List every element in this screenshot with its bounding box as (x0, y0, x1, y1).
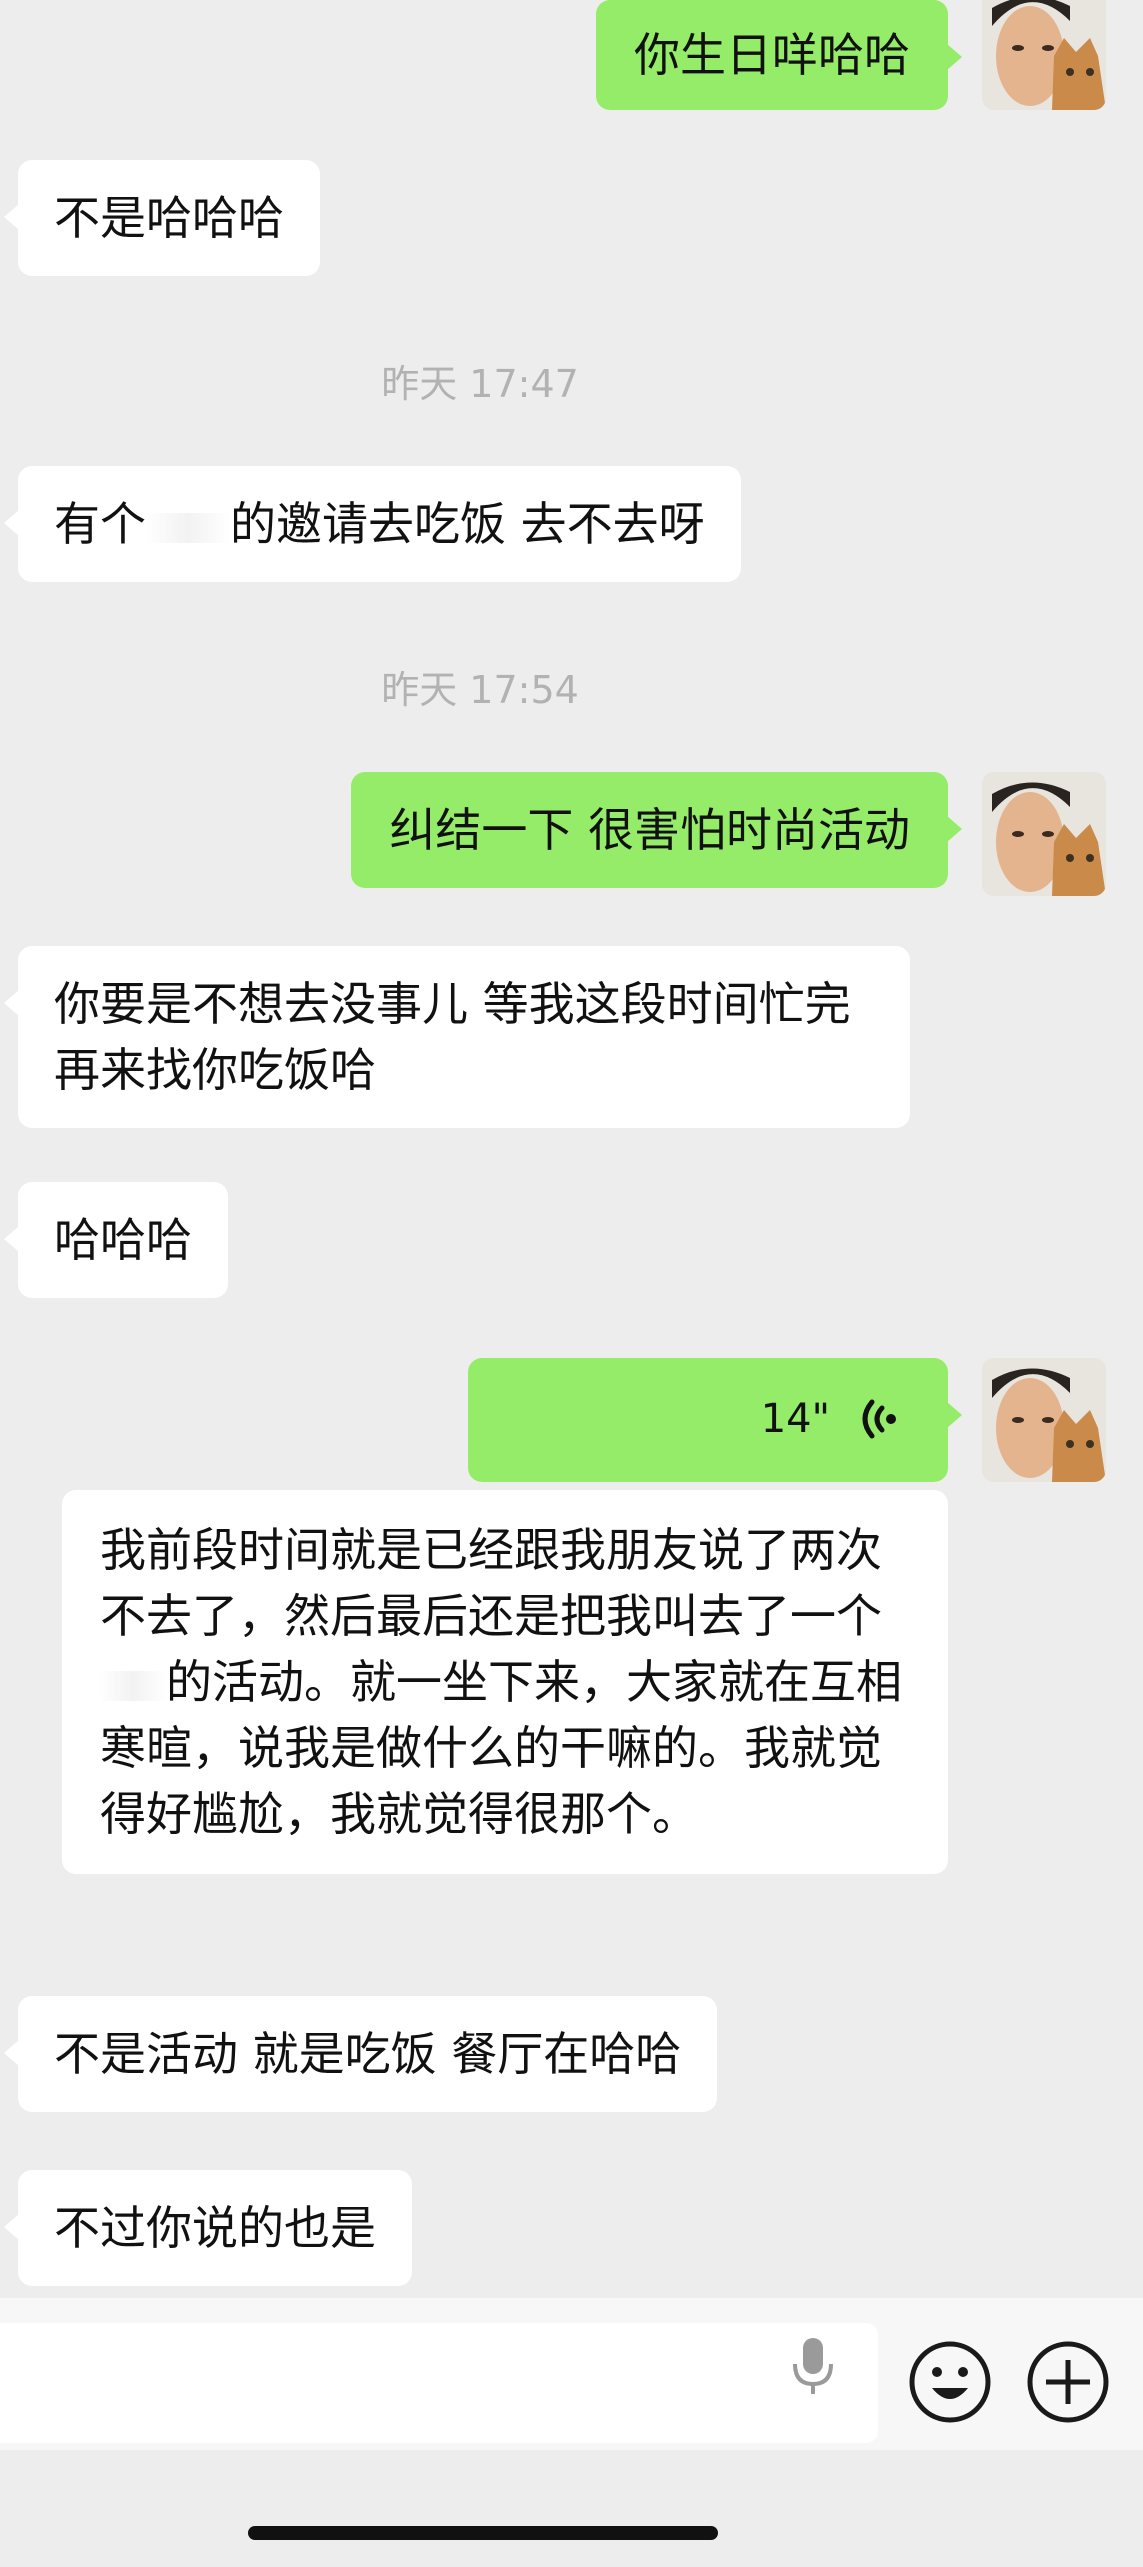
voice-wave-icon (858, 1394, 898, 1448)
transcript-text-start: 我前段时间就是已经跟我朋友说了两次不去了，然后最后还是把我叫去了一个 (100, 1523, 882, 1643)
message-text: 你要是不想去没事儿 等我这段时间忙完 再来找你吃饭哈 (54, 977, 851, 1097)
home-indicator[interactable] (248, 2526, 718, 2540)
voice-message[interactable]: 14" (468, 1358, 962, 1482)
avatar[interactable] (982, 0, 1106, 110)
outgoing-message[interactable]: 纠结一下 很害怕时尚活动 (351, 772, 962, 888)
transcript-text-end: 的活动。就一坐下来，大家就在互相寒暄，说我是做什么的干嘛的。我就觉得好尴尬，我就… (100, 1655, 902, 1841)
input-bar (0, 2298, 1143, 2450)
message-text-start: 有个 (54, 497, 146, 551)
timestamp: 昨天 17:47 (381, 362, 579, 406)
incoming-message[interactable]: 不是活动 就是吃饭 餐厅在哈哈 (3, 1996, 718, 2112)
plus-icon[interactable] (1026, 2340, 1110, 2428)
message-input[interactable] (0, 2323, 878, 2443)
avatar[interactable] (982, 1358, 1106, 1482)
redacted-text (100, 1670, 166, 1701)
message-text: 你生日咩哈哈 (634, 28, 910, 82)
incoming-message[interactable]: 不是哈哈哈 (4, 160, 320, 276)
incoming-message[interactable]: 你要是不想去没事儿 等我这段时间忙完 再来找你吃饭哈 (4, 946, 910, 1128)
redacted-text (146, 512, 230, 543)
avatar[interactable] (982, 772, 1106, 896)
message-text: 纠结一下 很害怕时尚活动 (389, 803, 910, 857)
message-text: 不过你说的也是 (54, 2201, 376, 2255)
avatar-image (982, 1358, 1106, 1482)
emoji-icon[interactable] (908, 2340, 992, 2428)
avatar-image (982, 0, 1106, 110)
message-text: 不是活动 就是吃饭 餐厅在哈哈 (54, 2027, 682, 2081)
message-text-end: 的邀请去吃饭 去不去呀 (230, 497, 705, 551)
message-text: 不是哈哈哈 (54, 191, 284, 245)
timestamp: 昨天 17:54 (381, 668, 579, 712)
voice-transcript[interactable]: 我前段时间就是已经跟我朋友说了两次不去了，然后最后还是把我叫去了一个的活动。就一… (62, 1490, 948, 1874)
incoming-message[interactable]: 有个 的邀请去吃饭 去不去呀 (4, 466, 741, 582)
voice-duration: 14" (760, 1396, 830, 1442)
chat-area: 你生日咩哈哈 不是哈哈哈 昨天 17:47 有个 的邀请去吃饭 去不去呀 昨天 1… (0, 0, 1143, 2300)
incoming-message[interactable]: 哈哈哈 (4, 1182, 228, 1298)
microphone-icon[interactable] (785, 2328, 841, 2408)
message-text: 哈哈哈 (54, 1213, 192, 1267)
outgoing-message[interactable]: 你生日咩哈哈 (596, 0, 962, 110)
avatar-image (982, 772, 1106, 896)
incoming-message[interactable]: 不过你说的也是 (4, 2170, 412, 2286)
